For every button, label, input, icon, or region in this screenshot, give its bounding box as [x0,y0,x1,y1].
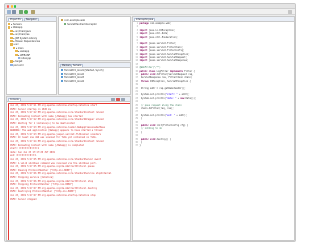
server-item[interactable]: Tomcat8.5_local4 [61,79,84,83]
code-text: String addr = req.getRemoteAddr(); [139,86,186,90]
tab-console[interactable]: Console [8,97,21,102]
code-text: import javax.servlet.ServletResponse; [139,59,189,63]
code-text: } [139,117,143,121]
code-line: 37} [133,144,141,148]
debug-icon[interactable] [19,10,23,14]
server-item-label: Tomcat8.5_local1 [Started, Synch] [64,68,104,72]
code-line: 12 import javax.servlet.ServletResponse; [133,60,188,63]
code-text: // nothing to do [140,127,162,131]
ide-window: Project Ex Navigator ▸ Servers ▾ Webapp ▸ … [4,3,296,242]
folder-icon [12,46,16,49]
code-text: package com.example.web; [139,22,172,25]
main-toolbar [5,9,295,15]
clear-console-icon[interactable] [111,97,115,102]
line-number: 37 [135,144,138,148]
console-output[interactable]: Jun 23, 2019 5:17:11 PM org.apache.catal… [7,103,130,240]
pin-console-icon[interactable] [121,97,125,102]
project-explorer: Project Ex Navigator ▸ Servers ▾ Webapp ▸ … [6,16,57,95]
console-panel: Console Jun 23, 2019 5:17:11 PM org.apac… [6,96,131,241]
explorer-tabbar: Project Ex Navigator [7,17,56,22]
search-icon[interactable] [31,10,35,14]
tab-servers[interactable]: Servers [71,63,84,68]
code-line: 20 String addr = req.getRemoteAddr(); [133,86,186,91]
perspective-icon[interactable] [288,10,292,14]
close-button[interactable] [7,5,10,8]
explorer-item[interactable]: pom.xml [10,63,24,67]
editor-body[interactable]: 1 package com.example.web; 2 3 import java.i… [133,22,294,240]
console-toolbar: Console [7,97,130,102]
server-item-label: Tomcat8.5_local4 [64,79,84,83]
terminate-icon[interactable] [116,97,120,102]
outline-panel: com.example.web ServletHandlerIntercepto… [58,16,131,61]
console-line: INFO: Server stopped [10,197,37,201]
code-text: } [139,144,141,148]
file-icon [17,57,20,60]
outline-row[interactable]: ServletHandlerInterceptor [64,22,97,26]
server-item-label: Tomcat8.5_local3 [64,76,84,80]
new-icon[interactable] [7,10,11,14]
code-line: 23 System.out.println("date: " + new Dat… [133,96,197,101]
servers-panel: Markers Servers Tomcat8.5_local1 [Starte… [58,62,131,95]
code-editor: Interceptor.java 1 package com.example.we… [132,16,295,241]
code-text: throws IOException, ServletException { [140,79,191,83]
servers-tabbar: Markers Servers [59,63,130,68]
code-line: 18 throws IOException, ServletException … [133,79,191,84]
code-text: chain.doFilter(req, res); [139,107,174,110]
minimize-button[interactable] [10,5,13,8]
tab-navigator[interactable]: Navigator [24,17,39,22]
server-item-label: Tomcat8.5_local2 [64,72,84,76]
tab-project-explorer[interactable]: Project Ex [8,17,23,22]
code-text: import java.util.Enumeration; [139,35,178,39]
editor-tabbar: Interceptor.java [133,17,294,22]
explorer-item-label: pom.xml [13,63,24,67]
tab-interceptor-java[interactable]: Interceptor.java [134,17,156,22]
explorer-tree: ▸ Servers ▾ Webapp ▸ src/main/java ▸ src/ma… [8,23,56,94]
run-icon[interactable] [24,10,28,14]
code-text: public void destroy() { [140,137,172,141]
code-line: 5 import java.util.Enumeration; [133,35,178,40]
zoom-button[interactable] [14,5,17,8]
outline-label: ServletHandlerInterceptor [67,22,97,26]
code-text: } [139,130,143,134]
code-text: System.out.println("date: " + new Date()… [139,96,197,100]
code-text: System.out.println("end: " + addr); [139,113,187,117]
save-icon[interactable] [12,10,16,14]
server-list: Tomcat8.5_local1 [Started, Synch] Tomcat8… [60,68,130,94]
